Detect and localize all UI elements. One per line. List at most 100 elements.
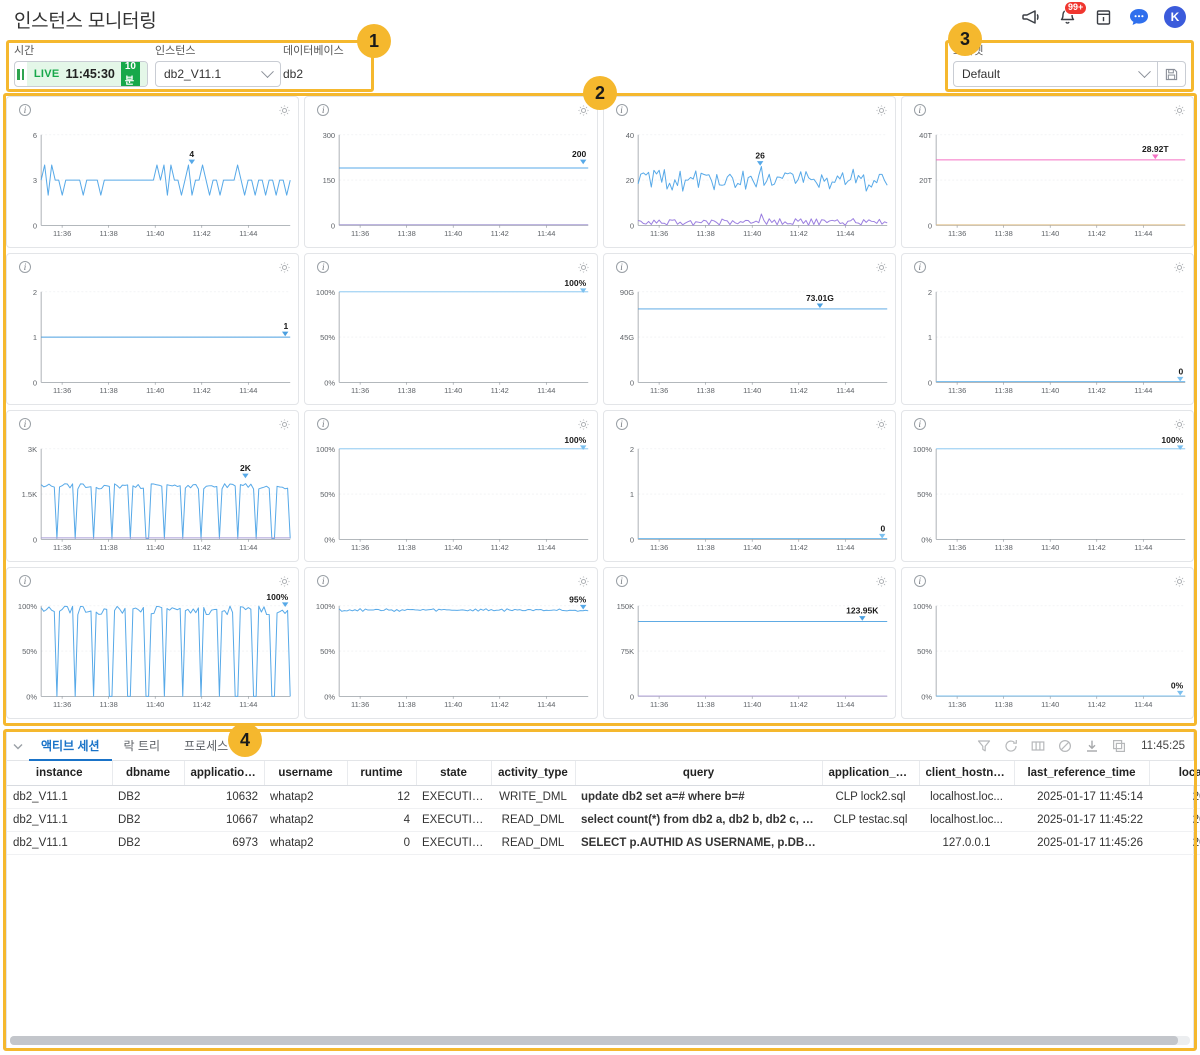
block-icon[interactable]: [1058, 739, 1072, 753]
info-icon[interactable]: i: [615, 261, 628, 273]
metric-chart-plot[interactable]: 0 1 2 11:36 11:38 11:40 11:42 11:44 1: [7, 280, 298, 404]
gear-icon[interactable]: [278, 575, 291, 593]
table-cell-runtime: 12: [347, 785, 416, 809]
copy-icon[interactable]: [1112, 739, 1126, 753]
table-header-cell[interactable]: last_reference_time: [1014, 761, 1150, 786]
table-row[interactable]: db2_V11.1 DB2 10667 whatap2 4 EXECUTING READ_D…: [7, 808, 1200, 832]
table-cell-dbname: DB2: [112, 831, 184, 855]
svg-text:20: 20: [625, 176, 633, 185]
table-header-cell[interactable]: state: [416, 761, 492, 786]
svg-text:11:36: 11:36: [948, 229, 966, 238]
gear-icon[interactable]: [278, 104, 291, 122]
gear-icon[interactable]: [577, 104, 590, 122]
table-cell-application: 6973: [184, 831, 264, 855]
preset-select[interactable]: Default: [953, 61, 1158, 87]
info-icon[interactable]: i: [615, 575, 628, 587]
metric-chart-plot[interactable]: 0% 50% 100% 11:36 11:38 11:40 11:42 11:44 100%: [305, 280, 596, 404]
gear-icon[interactable]: [577, 261, 590, 279]
gear-icon[interactable]: [1173, 104, 1186, 122]
table-header-cell[interactable]: username: [264, 761, 348, 786]
info-icon[interactable]: i: [913, 261, 926, 273]
horizontal-scrollbar[interactable]: [10, 1036, 1190, 1045]
gear-icon[interactable]: [875, 575, 888, 593]
notification-count-badge: 99+: [1064, 1, 1088, 15]
info-icon[interactable]: i: [19, 575, 31, 587]
info-icon[interactable]: i: [913, 104, 926, 116]
gear-icon[interactable]: [875, 418, 888, 436]
gear-icon[interactable]: [577, 575, 590, 593]
filter-icon[interactable]: [977, 739, 991, 753]
info-icon[interactable]: i: [19, 261, 31, 273]
info-icon[interactable]: i: [913, 418, 926, 430]
metric-chart-plot[interactable]: 0 45G 90G 11:36 11:38 11:40 11:42 11:44 73.01G: [604, 280, 895, 404]
metric-chart-plot[interactable]: 0% 50% 100% 11:36 11:38 11:40 11:42 11:44 100%: [902, 437, 1193, 561]
metric-chart-plot[interactable]: 0 75K 150K 11:36 11:38 11:40 11:42 11:44 123.95K: [604, 594, 895, 718]
table-header-cell[interactable]: local_: [1149, 761, 1200, 786]
table-header-cell[interactable]: dbname: [112, 761, 185, 786]
svg-text:2K: 2K: [240, 463, 252, 473]
table-header-cell[interactable]: client_hostname: [919, 761, 1015, 786]
info-icon[interactable]: i: [19, 104, 31, 116]
gear-icon[interactable]: [875, 261, 888, 279]
metric-card-header: i: [313, 261, 588, 273]
info-icon[interactable]: i: [317, 418, 330, 430]
gear-icon[interactable]: [1173, 575, 1186, 593]
gear-icon[interactable]: [1173, 261, 1186, 279]
metric-chart-plot[interactable]: 0 1 2 11:36 11:38 11:40 11:42 11:44 0: [604, 437, 895, 561]
gear-icon[interactable]: [577, 418, 590, 436]
table-header-cell[interactable]: application...: [184, 761, 265, 786]
info-icon[interactable]: i: [19, 418, 31, 430]
time-range-chip[interactable]: 10분: [120, 62, 140, 86]
save-icon[interactable]: [1158, 61, 1186, 87]
table-header-cell[interactable]: application_name: [822, 761, 920, 786]
time-control[interactable]: LIVE 11:45:30 10분: [14, 61, 148, 87]
metric-chart-plot[interactable]: 0 20 40 11:36 11:38 11:40 11:42 11:44 26: [604, 123, 895, 247]
noticeboard-icon[interactable]: [1092, 6, 1114, 28]
metric-chart-plot[interactable]: 0 1 2 11:36 11:38 11:40 11:42 11:44 0: [902, 280, 1193, 404]
table-header-cell[interactable]: query: [575, 761, 823, 786]
info-icon[interactable]: i: [317, 104, 330, 116]
info-icon[interactable]: i: [615, 104, 628, 116]
refresh-icon[interactable]: [1004, 739, 1018, 753]
collapse-caret-icon[interactable]: [7, 743, 29, 750]
tab-lock-tree[interactable]: 락 트리: [112, 732, 172, 761]
info-icon[interactable]: i: [615, 418, 628, 430]
metric-chart-plot[interactable]: 0% 50% 100% 11:36 11:38 11:40 11:42 11:44 100%: [305, 437, 596, 561]
database-filter-group: 데이터베이스 db2: [283, 42, 344, 81]
tab-active-sessions[interactable]: 액티브 세션: [29, 732, 112, 761]
chat-icon[interactable]: [1128, 6, 1150, 28]
metric-chart-plot[interactable]: 0 1.5K 3K 11:36 11:38 11:40 11:42 11:44 2K: [7, 437, 298, 561]
table-header-cell[interactable]: runtime: [347, 761, 417, 786]
metric-chart-plot[interactable]: 0 20T 40T 11:36 11:38 11:40 11:42 11:44 28.92T: [902, 123, 1193, 247]
info-icon[interactable]: i: [317, 575, 330, 587]
svg-text:11:42: 11:42: [789, 700, 807, 709]
gear-icon[interactable]: [1173, 418, 1186, 436]
instance-select[interactable]: db2_V11.1: [155, 61, 281, 87]
gear-icon[interactable]: [278, 418, 291, 436]
columns-icon[interactable]: [1031, 739, 1045, 753]
notification-bell-icon[interactable]: 99+: [1056, 1, 1088, 28]
info-icon[interactable]: i: [913, 575, 926, 587]
table-header-cell[interactable]: activity_type: [491, 761, 576, 786]
metric-chart-plot[interactable]: 0% 50% 100% 11:36 11:38 11:40 11:42 11:44 0%: [902, 594, 1193, 718]
metric-chart-plot[interactable]: 0 3 6 11:36 11:38 11:40 11:42 11:44 4: [7, 123, 298, 247]
info-icon[interactable]: i: [317, 261, 330, 273]
svg-text:100%: 100%: [1161, 437, 1183, 445]
user-avatar[interactable]: K: [1164, 6, 1186, 28]
svg-text:11:38: 11:38: [100, 700, 118, 709]
gear-icon[interactable]: [875, 104, 888, 122]
table-cell-application_name: CLP testac.sql: [822, 808, 919, 832]
download-icon[interactable]: [1085, 739, 1099, 753]
table-row[interactable]: db2_V11.1 DB2 6973 whatap2 0 EXECUTING READ_DM…: [7, 831, 1200, 855]
metric-chart-plot[interactable]: 0% 50% 100% 11:36 11:38 11:40 11:42 11:44 100%: [7, 594, 298, 718]
pause-icon[interactable]: [15, 68, 27, 80]
gear-icon[interactable]: [278, 261, 291, 279]
table-header-cell[interactable]: instance: [7, 761, 113, 786]
svg-text:11:38: 11:38: [398, 700, 416, 709]
metric-chart-plot[interactable]: 0% 50% 100% 11:36 11:38 11:40 11:42 11:44 95%: [305, 594, 596, 718]
svg-text:50%: 50%: [917, 647, 932, 656]
metric-chart-plot[interactable]: 0 150 300 11:36 11:38 11:40 11:42 11:44 200: [305, 123, 596, 247]
table-cell-instance: db2_V11.1: [7, 808, 112, 832]
megaphone-icon[interactable]: [1020, 6, 1042, 28]
table-row[interactable]: db2_V11.1 DB2 10632 whatap2 12 EXECUTING WRITE…: [7, 785, 1200, 809]
